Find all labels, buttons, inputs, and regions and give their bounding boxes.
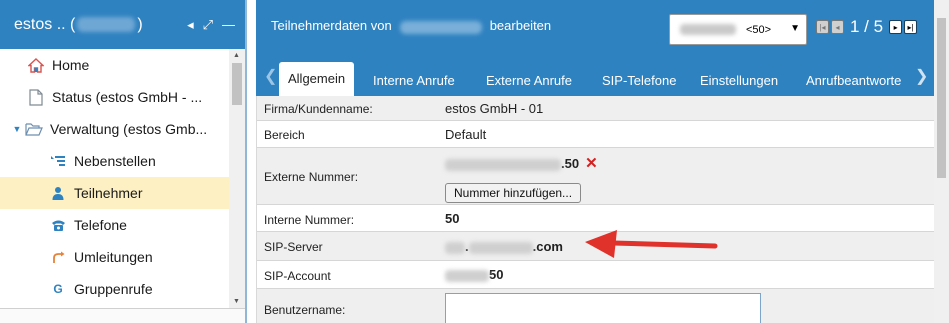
form-row-externe-nummer: Externe Nummer: .50 ✕ Nummer hinzufügen..… — [257, 148, 940, 205]
redacted-domain — [468, 241, 533, 254]
sip-server-value: . .com — [445, 239, 563, 254]
house-icon — [26, 57, 46, 73]
red-arrow-annotation — [585, 230, 718, 258]
collapse-left-icon[interactable]: ◂ — [187, 17, 194, 33]
pager-info: 1 / 5 — [850, 17, 884, 36]
tabs-scroll-right-icon[interactable]: ❯ — [915, 66, 928, 86]
form-row-interne-nummer: Interne Nummer: 50 — [257, 205, 940, 232]
editor-title: Teilnehmerdaten von bearbeiten — [256, 18, 552, 34]
navigation-tree: Home Status (estos GmbH - ... ▼ Verwaltu… — [0, 49, 229, 308]
next-record-icon[interactable]: ▸ — [889, 20, 903, 34]
form-row-sip-account: SIP-Account 50 — [257, 261, 940, 289]
tree-item-status[interactable]: Status (estos GmbH - ... — [0, 81, 229, 113]
record-pager: |◂ ◂ 1 / 5 ▸ ▸| — [816, 17, 918, 37]
redacted-record-name — [680, 24, 736, 35]
externe-nummer-label: Externe Nummer: — [264, 170, 359, 184]
tab-anrufbeantworter[interactable]: Anrufbeantworte — [806, 65, 901, 96]
redacted-server-name — [77, 16, 136, 32]
tree-item-umleitungen[interactable]: Umleitungen — [0, 241, 229, 273]
tree-item-label: Umleitungen — [74, 249, 153, 265]
sip-server-suffix: .com — [532, 239, 563, 254]
bereich-label: Bereich — [264, 128, 305, 142]
interne-nummer-value: 50 — [445, 211, 460, 226]
form-row-bereich: Bereich Default — [257, 121, 940, 148]
navigation-header: estos .. () ◂ ⤢ — — [0, 0, 245, 49]
tab-allgemein[interactable]: Allgemein — [279, 62, 355, 96]
externe-nummer-suffix: .50 — [561, 156, 580, 171]
scrollbar-thumb[interactable] — [937, 18, 946, 178]
editor-header: Teilnehmerdaten von bearbeiten <50> ▼ |◂ … — [256, 0, 941, 52]
tree-item-nebenstellen[interactable]: Nebenstellen — [0, 145, 229, 177]
benutzername-input[interactable] — [445, 293, 761, 323]
first-record-icon[interactable]: |◂ — [816, 20, 829, 34]
tree-item-gruppenrufe[interactable]: G Gruppenrufe — [0, 273, 229, 305]
folder-open-icon — [24, 122, 44, 136]
form-row-benutzername: Benutzername: — [257, 289, 940, 323]
general-form: Firma/Kundenname: estos GmbH - 01 Bereic… — [256, 96, 941, 323]
editor-title-suffix: bearbeiten — [489, 18, 552, 34]
tree-item-verwaltung[interactable]: ▼ Verwaltung (estos Gmb... — [0, 113, 229, 145]
firma-value: estos GmbH - 01 — [445, 101, 544, 116]
editor-scrollbar[interactable] — [934, 0, 949, 323]
sip-server-label: SIP-Server — [264, 240, 323, 254]
bereich-value: Default — [445, 127, 487, 142]
navigation-panel: estos .. () ◂ ⤢ — Home Status (estos Gmb… — [0, 0, 247, 323]
redacted-phone-number — [445, 158, 561, 171]
tab-interne-anrufe[interactable]: Interne Anrufe — [373, 65, 455, 96]
redacted-host-part — [445, 241, 465, 254]
tree-item-label: Gruppenrufe — [74, 281, 153, 297]
user-icon — [48, 186, 68, 200]
group-call-icon: G — [53, 282, 63, 296]
externe-nummer-value: .50 ✕ — [445, 154, 598, 172]
tree-item-teilnehmer[interactable]: Teilnehmer — [0, 177, 229, 209]
scroll-up-icon[interactable]: ▲ — [233, 52, 240, 59]
form-row-firma: Firma/Kundenname: estos GmbH - 01 — [257, 96, 940, 121]
navigation-footer — [0, 308, 245, 323]
expand-toggle-icon[interactable]: ▼ — [10, 124, 24, 134]
tree-item-label: Status (estos GmbH - ... — [52, 89, 203, 105]
previous-record-icon[interactable]: ◂ — [831, 20, 844, 34]
navigation-title-close: ) — [137, 15, 143, 33]
document-icon — [26, 88, 46, 106]
editor-panel: Teilnehmerdaten von bearbeiten <50> ▼ |◂ … — [249, 0, 949, 323]
tabs-scroll-left-icon[interactable]: ❮ — [264, 66, 277, 86]
expand-icon[interactable]: ⤢ — [203, 17, 213, 33]
scroll-down-icon[interactable]: ▼ — [233, 298, 240, 305]
firma-label: Firma/Kundenname: — [264, 102, 373, 116]
navigation-title-text: estos .. ( — [14, 15, 76, 33]
telephone-icon — [48, 219, 68, 232]
redacted-user-name — [399, 20, 482, 34]
navigation-scrollbar[interactable]: ▲ ▼ — [229, 49, 245, 308]
tab-externe-anrufe[interactable]: Externe Anrufe — [486, 65, 572, 96]
sip-account-value: 50 — [445, 267, 503, 282]
tree-item-label: Home — [52, 57, 90, 73]
benutzername-label: Benutzername: — [264, 303, 346, 317]
extensions-icon — [48, 155, 68, 167]
chevron-down-icon: ▼ — [790, 23, 800, 34]
tree-item-home[interactable]: Home — [0, 49, 229, 81]
tree-item-telefone[interactable]: Telefone — [0, 209, 229, 241]
tree-item-label: Verwaltung (estos Gmb... — [50, 121, 208, 137]
last-record-icon[interactable]: ▸| — [904, 20, 918, 34]
navigation-title: estos .. () — [14, 16, 143, 34]
tree-item-label: Nebenstellen — [74, 153, 156, 169]
tree-item-label: Telefone — [74, 217, 127, 233]
sip-account-suffix: 50 — [489, 267, 504, 282]
redacted-account-prefix — [445, 269, 489, 282]
redirect-icon — [48, 251, 68, 264]
minimize-icon[interactable]: — — [222, 17, 235, 32]
interne-nummer-label: Interne Nummer: — [264, 213, 355, 227]
tab-einstellungen[interactable]: Einstellungen — [700, 65, 778, 96]
delete-number-icon[interactable]: ✕ — [585, 155, 598, 172]
scrollbar-thumb[interactable] — [232, 63, 242, 105]
record-select[interactable]: <50> ▼ — [669, 14, 807, 45]
editor-title-prefix: Teilnehmerdaten von — [271, 18, 392, 34]
tab-sip-telefone[interactable]: SIP-Telefone — [602, 65, 676, 96]
record-select-value: <50> — [746, 23, 772, 36]
tab-bar: ❮ Allgemein Interne Anrufe Externe Anruf… — [256, 52, 941, 96]
tree-item-label: Teilnehmer — [74, 185, 143, 201]
add-number-button[interactable]: Nummer hinzufügen... — [445, 183, 582, 203]
sip-account-label: SIP-Account — [264, 269, 331, 283]
